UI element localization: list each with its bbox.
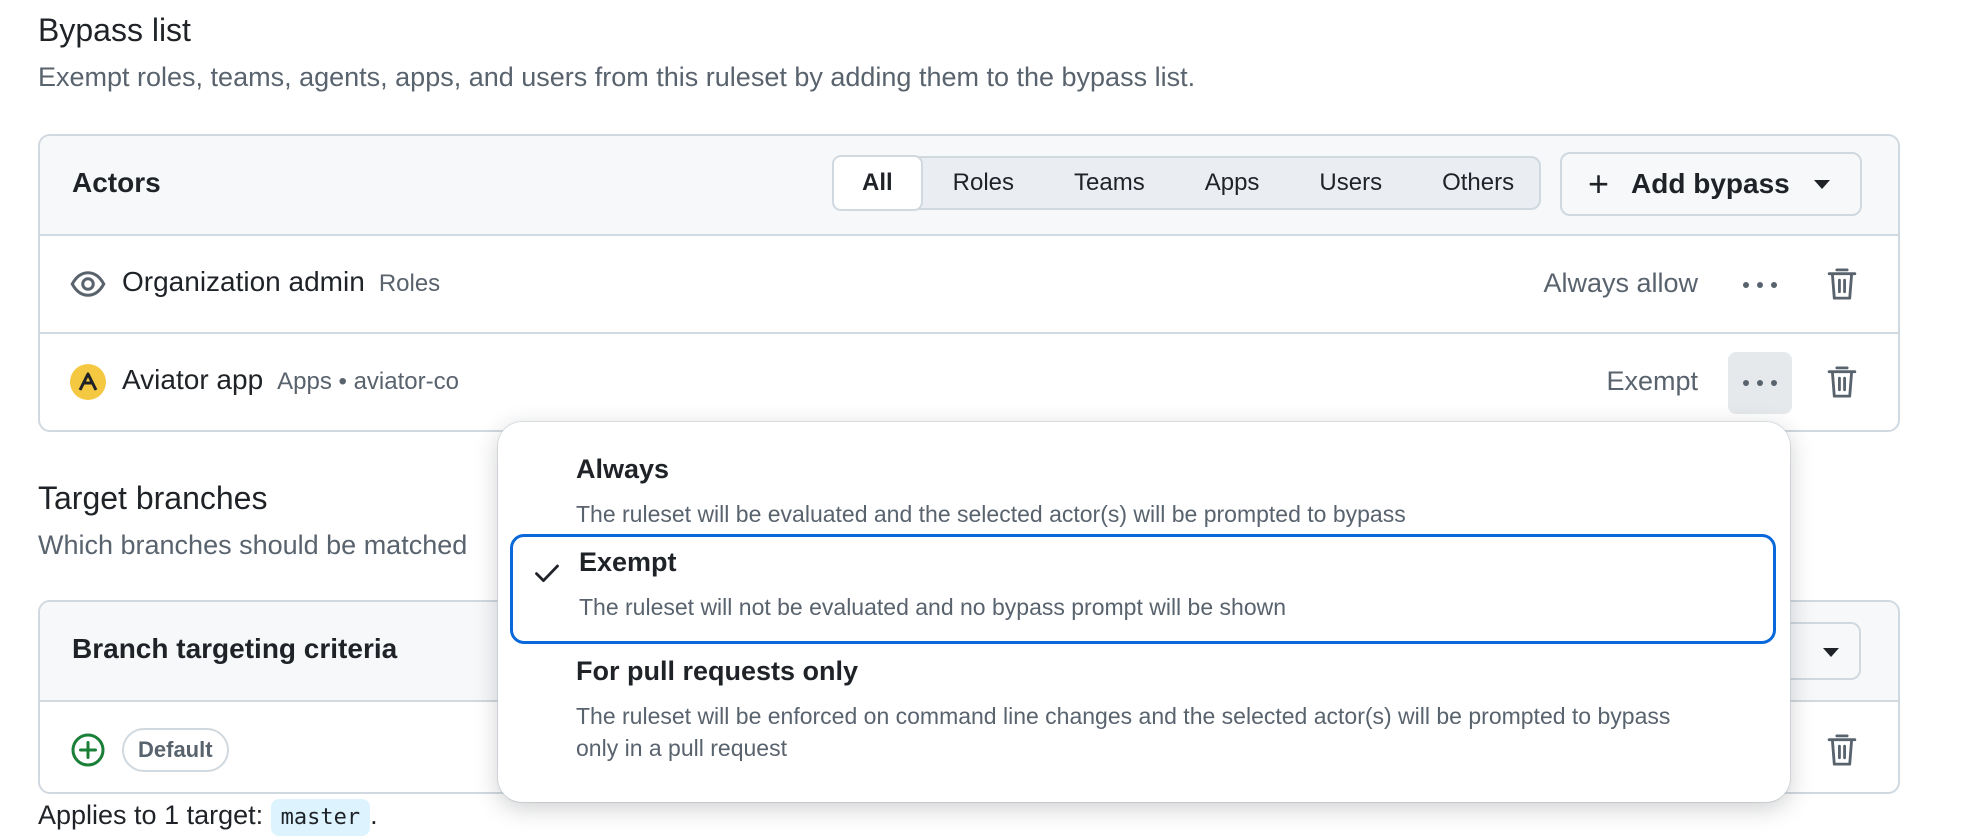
default-branch-pill: Default bbox=[122, 728, 229, 772]
caret-down-icon bbox=[1823, 648, 1839, 657]
add-bypass-label: Add bypass bbox=[1631, 168, 1790, 199]
option-label: Exempt bbox=[579, 547, 677, 577]
plus-circle-icon bbox=[71, 733, 105, 767]
trash-icon[interactable] bbox=[1826, 364, 1858, 400]
bypass-list-description: Exempt roles, teams, agents, apps, and u… bbox=[38, 62, 1196, 92]
actors-title: Actors bbox=[72, 167, 161, 198]
filter-users[interactable]: Users bbox=[1289, 158, 1412, 208]
actor-meta: Roles bbox=[378, 270, 441, 297]
actor-filter-segmented-control: All Roles Teams Apps Users Others bbox=[832, 155, 1544, 211]
actors-header: Actors All Roles Teams Apps Users Others… bbox=[40, 136, 1898, 236]
add-bypass-button[interactable]: + Add bypass bbox=[1560, 152, 1862, 216]
actor-name-text: Organization admin bbox=[122, 266, 365, 297]
bypass-mode-label[interactable]: Exempt bbox=[1606, 366, 1698, 397]
option-description: The ruleset will not be evaluated and no… bbox=[579, 594, 1287, 620]
applies-prefix: Applies to 1 target: bbox=[38, 800, 264, 830]
actor-name: Aviator app Apps • aviator-co bbox=[122, 364, 459, 396]
bypass-actors-box: Actors All Roles Teams Apps Users Others… bbox=[38, 134, 1900, 432]
target-branches-description: Which branches should be matched bbox=[38, 530, 468, 560]
filter-roles[interactable]: Roles bbox=[923, 158, 1044, 208]
trash-icon[interactable] bbox=[1826, 266, 1858, 302]
kebab-dot bbox=[1757, 380, 1763, 386]
bypass-row-aviator-app: Aviator app Apps • aviator-co Exempt bbox=[40, 334, 1898, 430]
filter-teams[interactable]: Teams bbox=[1044, 158, 1175, 208]
trash-icon[interactable] bbox=[1826, 732, 1858, 768]
kebab-dot bbox=[1771, 380, 1777, 386]
branch-targeting-title: Branch targeting criteria bbox=[72, 633, 398, 664]
applies-suffix: . bbox=[370, 800, 378, 830]
bypass-option-always[interactable]: Always The ruleset will be evaluated and… bbox=[510, 434, 1776, 534]
kebab-dot bbox=[1743, 380, 1749, 386]
aviator-logo-icon bbox=[78, 372, 98, 391]
filter-all[interactable]: All bbox=[832, 155, 923, 211]
actor-name: Organization admin Roles bbox=[122, 266, 440, 298]
kebab-dot bbox=[1757, 282, 1763, 288]
target-branch-code: master bbox=[270, 799, 371, 836]
filter-others[interactable]: Others bbox=[1412, 158, 1544, 208]
aviator-app-icon bbox=[70, 364, 106, 400]
eye-icon bbox=[70, 271, 106, 297]
bypass-row-organization-admin: Organization admin Roles Always allow bbox=[40, 236, 1898, 334]
actor-meta: Apps • aviator-co bbox=[277, 368, 459, 395]
filter-apps[interactable]: Apps bbox=[1175, 158, 1290, 208]
option-label: Always bbox=[576, 454, 670, 484]
kebab-menu-button[interactable] bbox=[1728, 254, 1792, 316]
bypass-option-pull-requests-only[interactable]: For pull requests only The ruleset will … bbox=[510, 644, 1776, 794]
target-branches-title: Target branches bbox=[38, 480, 268, 516]
kebab-dot bbox=[1743, 282, 1749, 288]
actor-name-text: Aviator app bbox=[122, 364, 264, 395]
option-label: For pull requests only bbox=[576, 656, 859, 686]
check-icon bbox=[535, 564, 559, 582]
option-description: The ruleset will be evaluated and the se… bbox=[576, 501, 1406, 527]
option-description: The ruleset will be enforced on command … bbox=[576, 703, 1671, 761]
bypass-mode-label[interactable]: Always allow bbox=[1543, 268, 1698, 299]
kebab-menu-button[interactable] bbox=[1728, 352, 1792, 414]
applies-to-text: Applies to 1 target: master. bbox=[38, 799, 378, 836]
kebab-dot bbox=[1771, 282, 1777, 288]
bypass-option-exempt[interactable]: Exempt The ruleset will not be evaluated… bbox=[510, 534, 1776, 644]
caret-down-icon bbox=[1813, 179, 1830, 189]
bypass-mode-dropdown: Always The ruleset will be evaluated and… bbox=[498, 422, 1790, 802]
plus-icon: + bbox=[1588, 163, 1610, 204]
bypass-list-title: Bypass list bbox=[38, 12, 191, 48]
